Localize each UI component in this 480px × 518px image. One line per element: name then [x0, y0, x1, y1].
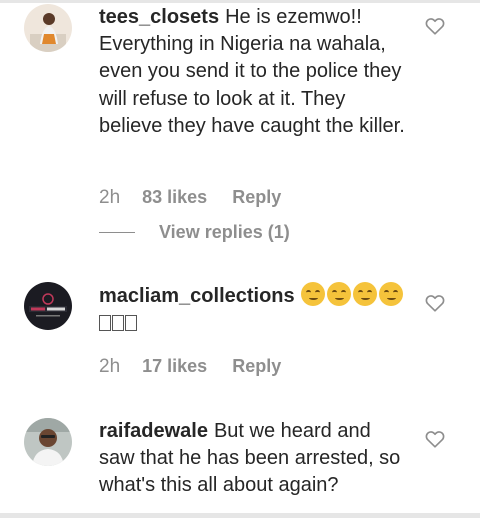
reply-button[interactable]: Reply [232, 187, 281, 208]
comment-meta: 2h 83 likes Reply [99, 187, 281, 209]
bottom-divider [0, 513, 480, 518]
avatar[interactable] [24, 4, 72, 52]
likes-count[interactable]: 17 likes [142, 356, 207, 377]
comment-meta: 2h 17 likes Reply [99, 356, 281, 378]
smiling-face-emoji-group [300, 282, 405, 307]
avatar[interactable] [24, 282, 72, 330]
comment-username[interactable]: raifadewale [99, 420, 208, 442]
smiling-face-emoji [378, 282, 403, 306]
comment-time: 2h [99, 187, 121, 208]
view-replies-button[interactable]: View replies (1) [99, 222, 290, 243]
heart-outline-icon[interactable] [424, 292, 446, 314]
top-divider [0, 0, 480, 3]
view-replies-label: View replies (1) [159, 222, 290, 242]
comment-body: tees_closets He is ezemwo!! Everything in… [99, 4, 409, 140]
comment-username[interactable]: macliam_collections [99, 285, 295, 307]
comment-body: macliam_collections [99, 282, 409, 337]
likes-count[interactable]: 83 likes [142, 187, 207, 208]
heart-outline-icon[interactable] [424, 428, 446, 450]
missing-glyphs [99, 312, 138, 334]
replies-line [99, 232, 135, 233]
comment-time: 2h [99, 356, 121, 377]
reply-button[interactable]: Reply [232, 356, 281, 377]
avatar[interactable] [24, 418, 72, 466]
smiling-face-emoji [300, 282, 325, 306]
comment-username[interactable]: tees_closets [99, 6, 219, 28]
heart-outline-icon[interactable] [424, 15, 446, 37]
smiling-face-emoji [352, 282, 377, 306]
smiling-face-emoji [326, 282, 351, 306]
comment-body: raifadewale But we heard and saw that he … [99, 418, 409, 500]
